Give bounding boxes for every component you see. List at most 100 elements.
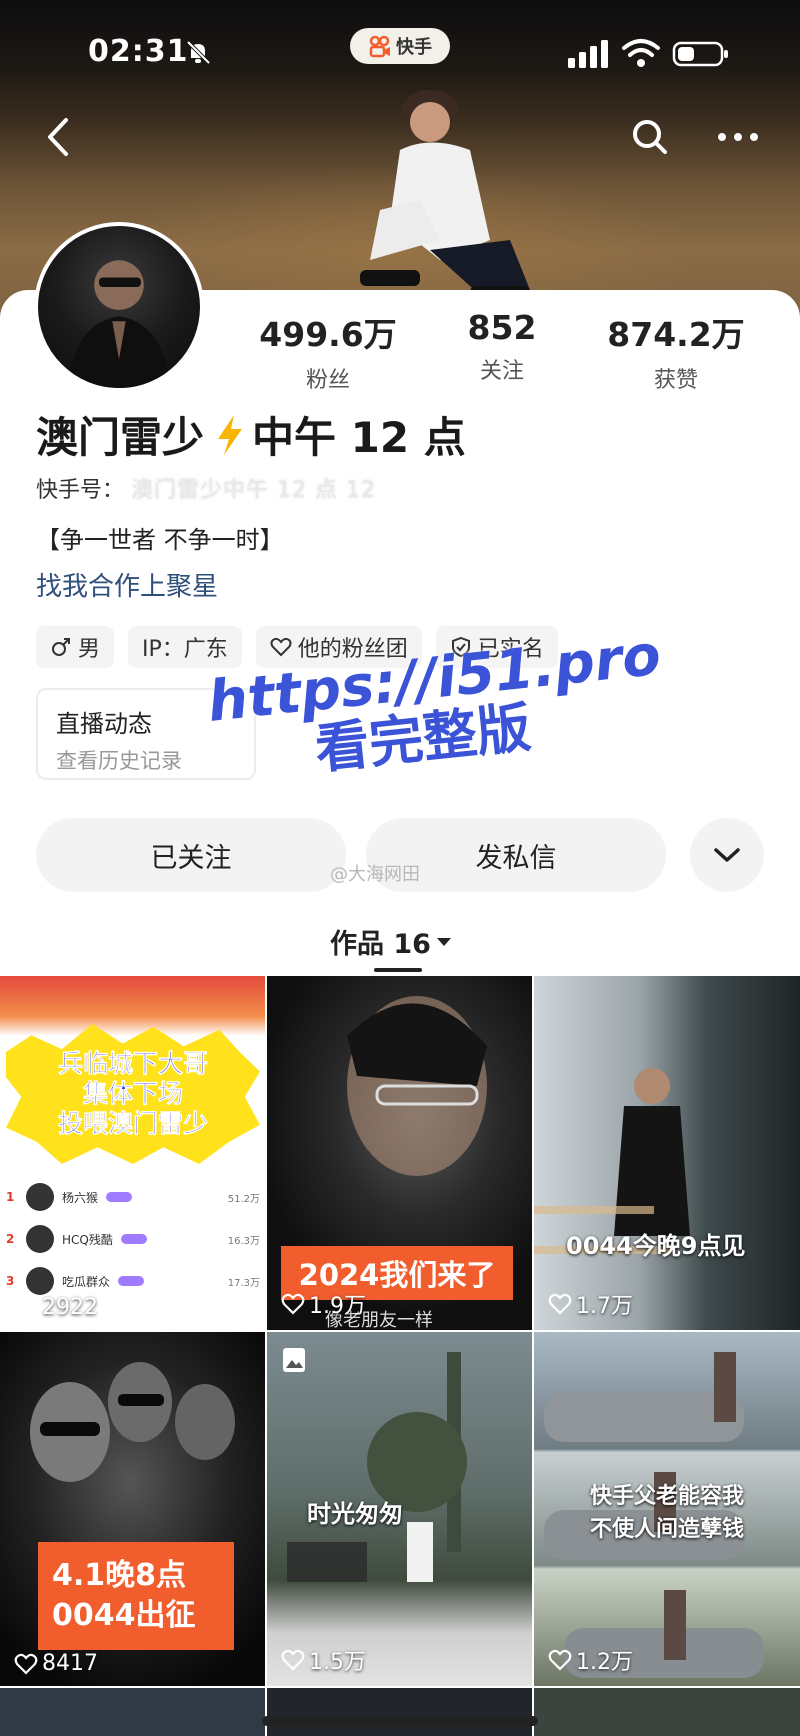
- status-bar: 02:31 快手: [0, 0, 800, 100]
- work-likes-count: 1.7万: [576, 1294, 633, 1319]
- work-tile-4-caption: 4.1晚8点 0044出征: [38, 1542, 234, 1650]
- ranking-name: HCQ残酷: [62, 1232, 113, 1247]
- tab-works[interactable]: 作品 16: [330, 922, 453, 961]
- tag-gender-text: 男: [78, 637, 101, 662]
- ranking-value: 17.3万: [227, 1277, 260, 1289]
- tab-works-indicator: [374, 968, 422, 972]
- work-tile-6[interactable]: 快手父老能容我 不使人间造孽钱 1.2万: [534, 1332, 800, 1686]
- work-likes: 2922: [14, 1295, 98, 1320]
- ranking-row: 1 杨六猴 51.2万: [6, 1176, 260, 1218]
- lightning-bolt-icon: [218, 414, 243, 455]
- work-likes: 1.9万: [281, 1288, 366, 1320]
- app-name: 快手: [396, 37, 432, 58]
- avatar[interactable]: [34, 222, 204, 392]
- tag-ip: IP：广东: [128, 626, 242, 668]
- app-badge: 快手: [350, 28, 450, 64]
- work-tile-2[interactable]: 2024我们来了 像老朋友一样 1.9万: [267, 976, 532, 1330]
- tag-gender: 男: [36, 626, 115, 668]
- ranking-avatar: [26, 1225, 54, 1253]
- more-actions-button[interactable]: [690, 818, 764, 892]
- battery-icon: [672, 41, 728, 67]
- stat-following[interactable]: 852 关注: [412, 308, 592, 385]
- heart-icon: [281, 1649, 305, 1671]
- work-tile-9[interactable]: [534, 1688, 800, 1736]
- followed-button[interactable]: 已关注: [36, 818, 346, 892]
- work-tile-1-line-3: 投喂澳门雷少: [57, 1109, 209, 1139]
- ranking-value: 51.2万: [227, 1193, 260, 1205]
- caret-down-icon: [436, 937, 451, 946]
- ranking-avatar: [26, 1267, 54, 1295]
- work-tile-5[interactable]: 时光匆匆 1.5万: [267, 1332, 532, 1686]
- ranking-row: 2 HCQ残酷 16.3万: [6, 1218, 260, 1260]
- work-tile-4[interactable]: 4.1晚8点 0044出征 8417: [0, 1332, 265, 1686]
- stat-followers[interactable]: 499.6万 粉丝: [228, 308, 428, 394]
- stat-likes[interactable]: 874.2万 获赞: [576, 308, 776, 394]
- work-tile-1-line-1: 兵临城下大哥: [57, 1049, 209, 1079]
- tab-works-label: 作品 16: [330, 929, 431, 960]
- kuaishou-id-label: 快手号：: [36, 478, 125, 503]
- works-grid-partial-row: [0, 1688, 800, 1736]
- work-tile-3[interactable]: 0044今晚9点见 1.7万: [534, 976, 800, 1330]
- tag-ip-text: IP：广东: [142, 637, 228, 662]
- stat-followers-label: 粉丝: [305, 368, 350, 393]
- heart-icon: [548, 1649, 572, 1671]
- work-tile-1-burst: 兵临城下大哥 集体下场 投喂澳门雷少: [6, 1024, 260, 1164]
- weibo-watermark: @大海网田: [330, 864, 420, 885]
- stat-likes-label: 获赞: [653, 368, 698, 393]
- work-tile-6-caption-line-2: 不使人间造孽钱: [589, 1517, 744, 1542]
- ranking-name: 杨六猴: [62, 1190, 99, 1205]
- ranking-rank: 2: [6, 1232, 15, 1246]
- chevron-down-icon: [714, 848, 740, 862]
- profile-name: 澳门雷少 中午 12 点: [36, 404, 466, 465]
- kuaishou-logo-icon: [369, 35, 390, 58]
- heart-icon: [281, 1293, 305, 1315]
- wifi-icon: [622, 39, 660, 67]
- ranking-name: 吃瓜群众: [62, 1274, 111, 1289]
- more-options-icon[interactable]: [716, 120, 760, 154]
- home-indicator[interactable]: [262, 1716, 538, 1726]
- ranking-badge: [120, 1234, 147, 1244]
- stat-following-label: 关注: [479, 359, 524, 384]
- work-tile-1-ranking: 1 杨六猴 51.2万 2 HCQ残酷 16.3万 3 吃瓜群众 17.3万: [6, 1176, 260, 1302]
- work-likes-count: 1.9万: [309, 1294, 366, 1319]
- work-likes: 8417: [14, 1651, 98, 1676]
- status-time: 02:31: [88, 34, 189, 69]
- work-tile-6-caption-line-1: 快手父老能容我: [589, 1484, 744, 1509]
- profile-bio: 【争一世者 不争一时】: [36, 526, 284, 554]
- work-tile-4-caption-line-1: 4.1晚8点: [52, 1557, 187, 1593]
- work-tile-1-line-2: 集体下场: [82, 1079, 184, 1109]
- work-tile-8[interactable]: [267, 1688, 532, 1736]
- stat-following-value: 852: [467, 308, 537, 347]
- work-tile-7[interactable]: [0, 1688, 265, 1736]
- work-tile-1[interactable]: 兵临城下大哥 集体下场 投喂澳门雷少 1 杨六猴 51.2万 2 HCQ残酷 1…: [0, 976, 265, 1330]
- work-tile-6-caption: 快手父老能容我 不使人间造孽钱: [542, 1480, 792, 1546]
- work-likes: 1.2万: [548, 1644, 633, 1676]
- banner-person-figure: [360, 90, 530, 300]
- ranking-badge: [118, 1276, 145, 1286]
- stat-followers-value: 499.6万: [259, 315, 397, 354]
- heart-icon: [14, 1653, 38, 1675]
- heart-icon: [548, 1293, 572, 1315]
- heart-outline-icon: [270, 637, 292, 657]
- work-likes-count: 2922: [42, 1295, 98, 1320]
- work-tile-5-caption: 时光匆匆: [307, 1500, 403, 1528]
- search-icon[interactable]: [630, 116, 670, 158]
- work-tile-4-caption-line-2: 0044出征: [52, 1598, 196, 1633]
- ranking-value: 16.3万: [227, 1235, 260, 1247]
- cooperation-link[interactable]: 找我合作上聚星: [36, 566, 218, 603]
- back-arrow-icon[interactable]: [40, 112, 80, 162]
- male-icon: [52, 638, 70, 656]
- work-likes-count: 1.5万: [309, 1650, 366, 1675]
- stat-likes-value: 874.2万: [607, 315, 745, 354]
- works-grid: 兵临城下大哥 集体下场 投喂澳门雷少 1 杨六猴 51.2万 2 HCQ残酷 1…: [0, 976, 800, 1686]
- ranking-rank: 3: [6, 1274, 15, 1288]
- kuaishou-id-value: 澳门雷少中午 12 点 12: [131, 478, 376, 503]
- profile-name-suffix: 中午 12 点: [252, 413, 466, 462]
- work-likes-count: 8417: [42, 1651, 98, 1676]
- profile-name-main: 澳门雷少: [36, 413, 205, 462]
- work-tile-3-caption: 0044今晚9点见: [566, 1232, 746, 1260]
- kuaishou-id[interactable]: 快手号： 澳门雷少中午 12 点 12: [36, 472, 376, 504]
- work-likes: 1.5万: [281, 1644, 366, 1676]
- ranking-avatar: [26, 1183, 54, 1211]
- heart-icon: [14, 1297, 38, 1319]
